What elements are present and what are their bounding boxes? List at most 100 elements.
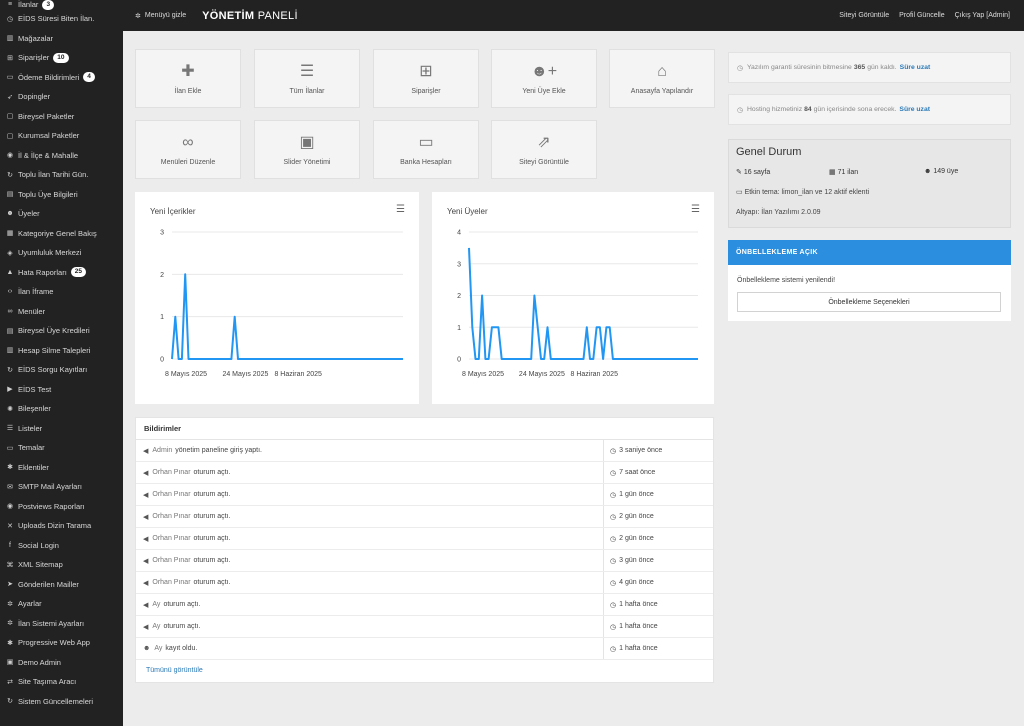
see-all-link[interactable]: Tümünü görüntüle: [136, 660, 713, 674]
y-tick-label: 3: [457, 261, 461, 268]
notification-user[interactable]: Orhan Pınar: [152, 513, 190, 520]
quick-tile[interactable]: ▣ Slider Yönetimi: [254, 120, 360, 179]
sidebar-item[interactable]: ✱ Progressive Web App: [0, 633, 123, 653]
sidebar-item[interactable]: ⌘ XML Sitemap: [0, 555, 123, 575]
chart-members-svg: 0 1 2 3 4 8 Mayıs 2025 24 Mayıs 2025 8 Haziran …: [457, 230, 698, 378]
sidebar-item[interactable]: ◉ İl & İlçe & Mahalle: [0, 146, 123, 166]
quick-tile[interactable]: ⇗ Siteyi Görüntüle: [491, 120, 597, 179]
sidebar-item[interactable]: ▤ Bireysel Üye Kredileri: [0, 321, 123, 341]
notification-user[interactable]: Orhan Pınar: [152, 469, 190, 476]
sidebar-item[interactable]: ✉ SMTP Mail Ayarları: [0, 477, 123, 497]
view-site-link[interactable]: Siteyi Görüntüle: [839, 12, 889, 19]
sidebar-item[interactable]: f Social Login: [0, 536, 123, 556]
chart-menu-icon[interactable]: ☰: [396, 204, 405, 215]
notification-time: ◷ 7 saat önce: [604, 462, 713, 483]
hosting-extend-link[interactable]: Süre uzat: [899, 106, 930, 113]
sidebar-item[interactable]: ▦ Kategoriye Genel Bakış: [0, 224, 123, 244]
sidebar-item[interactable]: ▲ Hata Raporları 25: [0, 263, 123, 283]
quick-tile[interactable]: ☰ Tüm İlanlar: [254, 49, 360, 108]
cache-options-button[interactable]: Önbellekleme Seçenekleri: [737, 292, 1001, 312]
sidebar-item[interactable]: ✺ Bileşenler: [0, 399, 123, 419]
notification-row: ◀ Orhan Pınar oturum açtı. ◷ 2 gün önce: [136, 506, 713, 528]
notification-time: ◷ 1 gün önce: [604, 484, 713, 505]
notification-user[interactable]: Admin: [152, 447, 172, 454]
sidebar-item[interactable]: ▭ Ödeme Bildirimleri 4: [0, 68, 123, 88]
sidebar-item[interactable]: ∞ Menüler: [0, 302, 123, 322]
sidebar-item[interactable]: ◈ Uyumluluk Merkezi: [0, 243, 123, 263]
money-icon: ▭: [6, 74, 14, 82]
sidebar-item-label: Hata Raporları: [18, 267, 67, 277]
sidebar-item[interactable]: ⊞ Siparişler 10: [0, 48, 123, 68]
quick-tile-label: Slider Yönetimi: [283, 159, 331, 166]
quick-tile-label: Menüleri Düzenle: [160, 159, 216, 166]
sidebar-item[interactable]: ▣ Demo Admin: [0, 653, 123, 673]
warranty-suffix: gün kaldı.: [867, 64, 897, 71]
sidebar-item-label: Toplu Üye Bilgileri: [18, 189, 78, 199]
sidebar-item[interactable]: ✲ Ayarlar: [0, 594, 123, 614]
notification-time: ◷ 2 gün önce: [604, 528, 713, 549]
sidebar-item[interactable]: ⇄ Site Taşıma Aracı: [0, 672, 123, 692]
sidebar-item[interactable]: ▤ Toplu Üye Bilgileri: [0, 185, 123, 205]
sidebar-item[interactable]: ≡ İlanlar 3: [0, 0, 123, 10]
sidebar-item[interactable]: ▥ Mağazalar: [0, 29, 123, 49]
sidebar-item[interactable]: ☰ Listeler: [0, 419, 123, 439]
sidebar-item[interactable]: ↻ Sistem Güncellemeleri: [0, 692, 123, 712]
sidebar-item[interactable]: ◷ EİDS Süresi Biten İlan.: [0, 9, 123, 29]
quick-tile[interactable]: ▭ Banka Hesapları: [373, 120, 479, 179]
notification-text: ◀ Admin yönetim paneline giriş yaptı.: [136, 440, 604, 461]
sidebar-item[interactable]: ▢ Kurumsal Paketler: [0, 126, 123, 146]
hosting-notice: ◷ Hosting hizmetiniz 84 gün içerisinde s…: [728, 94, 1011, 125]
notification-user[interactable]: Orhan Pınar: [152, 535, 190, 542]
logout-link[interactable]: Çıkış Yap [Admin]: [955, 12, 1010, 19]
quick-tile[interactable]: ☻+ Yeni Üye Ekle: [491, 49, 597, 108]
quick-tile[interactable]: ∞ Menüleri Düzenle: [135, 120, 241, 179]
members-count: ☻ 149 üye: [924, 168, 958, 175]
notification-user[interactable]: Orhan Pınar: [152, 579, 190, 586]
general-status: Genel Durum ✎ 16 sayfa ▦ 71 ilan ☻ 149 ü…: [728, 139, 1011, 228]
chart-content-svg: 0 1 2 3 8 Mayıs 2025 24 Mayıs 2025 8 Haziran 2…: [160, 230, 403, 378]
notification-row: ◀ Orhan Pınar oturum açtı. ◷ 3 gün önce: [136, 550, 713, 572]
chart-menu-icon[interactable]: ☰: [691, 204, 700, 215]
sidebar-item-label: Bireysel Paketler: [18, 111, 75, 121]
sidebar-item[interactable]: ✕ Uploads Dizin Tarama: [0, 516, 123, 536]
link-icon: ∞: [182, 134, 194, 151]
sidebar-item-label: Toplu İlan Tarihi Gün.: [18, 170, 89, 180]
notification-user[interactable]: Ay: [152, 601, 160, 608]
profile-update-link[interactable]: Profil Güncelle: [899, 12, 945, 19]
sidebar-item[interactable]: ☻ Üyeler: [0, 204, 123, 224]
quick-tile[interactable]: ⌂ Anasayfa Yapılandır: [609, 49, 715, 108]
warranty-extend-link[interactable]: Süre uzat: [900, 64, 931, 71]
trash-icon: ▥: [6, 347, 14, 355]
desktop-icon: ▭: [736, 189, 745, 196]
refresh-icon: ↻: [7, 698, 13, 706]
sidebar-item[interactable]: ✲ İlan Sistemi Ayarları: [0, 614, 123, 634]
y-tick-label: 4: [457, 230, 461, 237]
menu-toggle[interactable]: ✲ Menüyü gizle: [135, 12, 186, 20]
notification-user[interactable]: Ay: [154, 645, 162, 652]
sidebar-item[interactable]: ▶ EİDS Test: [0, 380, 123, 400]
listings-count: ▦ 71 ilan: [829, 168, 858, 176]
quick-tile-label: Siteyi Görüntüle: [519, 159, 569, 166]
sidebar-item[interactable]: ▥ Hesap Silme Talepleri: [0, 341, 123, 361]
brand-bold: YÖNETİM: [202, 9, 255, 22]
notification-message: oturum açtı.: [193, 557, 231, 564]
notification-user[interactable]: Ay: [152, 623, 160, 630]
sidebar-item[interactable]: ↻ Toplu İlan Tarihi Gün.: [0, 165, 123, 185]
sidebar-item[interactable]: ➤ Gönderilen Mailler: [0, 575, 123, 595]
notification-message: kayıt oldu.: [165, 645, 198, 652]
sidebar-item[interactable]: ↻ EİDS Sorgu Kayıtları: [0, 360, 123, 380]
notification-text: ◀ Orhan Pınar oturum açtı.: [136, 550, 604, 571]
notification-user[interactable]: Orhan Pınar: [152, 557, 190, 564]
quick-tile[interactable]: ✚ İlan Ekle: [135, 49, 241, 108]
quick-tile[interactable]: ⊞ Siparişler: [373, 49, 479, 108]
sidebar-item[interactable]: ➶ Dopingler: [0, 87, 123, 107]
sidebar-item[interactable]: ◉ Postviews Raporları: [0, 497, 123, 517]
y-tick-label: 2: [160, 272, 164, 279]
sidebar-item[interactable]: ‹› İlan İframe: [0, 282, 123, 302]
sidebar-item[interactable]: ✱ Eklentiler: [0, 458, 123, 478]
sidebar-item[interactable]: ▭ Temalar: [0, 438, 123, 458]
y-tick-label: 2: [457, 293, 461, 300]
mobile-icon: ✱: [7, 639, 13, 647]
sidebar-item[interactable]: ▢ Bireysel Paketler: [0, 107, 123, 127]
notification-user[interactable]: Orhan Pınar: [152, 491, 190, 498]
